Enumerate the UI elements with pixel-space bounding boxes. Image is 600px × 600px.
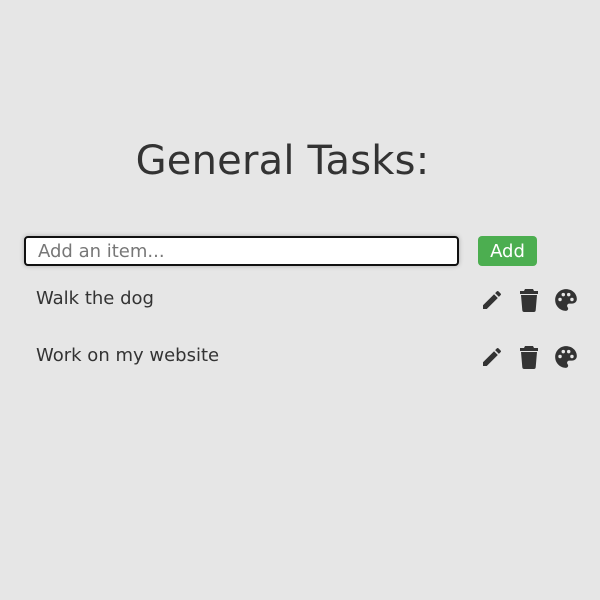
task-label: Work on my website bbox=[36, 345, 220, 366]
trash-icon[interactable] bbox=[515, 343, 542, 371]
palette-icon[interactable] bbox=[552, 343, 579, 371]
task-list: Walk the dog Work on my website bbox=[0, 282, 600, 396]
task-item: Walk the dog bbox=[0, 282, 600, 339]
task-actions bbox=[478, 286, 579, 314]
task-item: Work on my website bbox=[0, 339, 600, 396]
pencil-icon[interactable] bbox=[478, 343, 505, 371]
page-title: General Tasks: bbox=[135, 138, 430, 184]
palette-icon[interactable] bbox=[552, 286, 579, 314]
trash-icon[interactable] bbox=[515, 286, 542, 314]
todo-page: General Tasks: Add Walk the dog Work on … bbox=[0, 0, 600, 600]
task-label: Walk the dog bbox=[36, 288, 154, 309]
add-button[interactable]: Add bbox=[478, 236, 537, 266]
add-item-input[interactable] bbox=[24, 236, 459, 266]
pencil-icon[interactable] bbox=[478, 286, 505, 314]
task-actions bbox=[478, 343, 579, 371]
